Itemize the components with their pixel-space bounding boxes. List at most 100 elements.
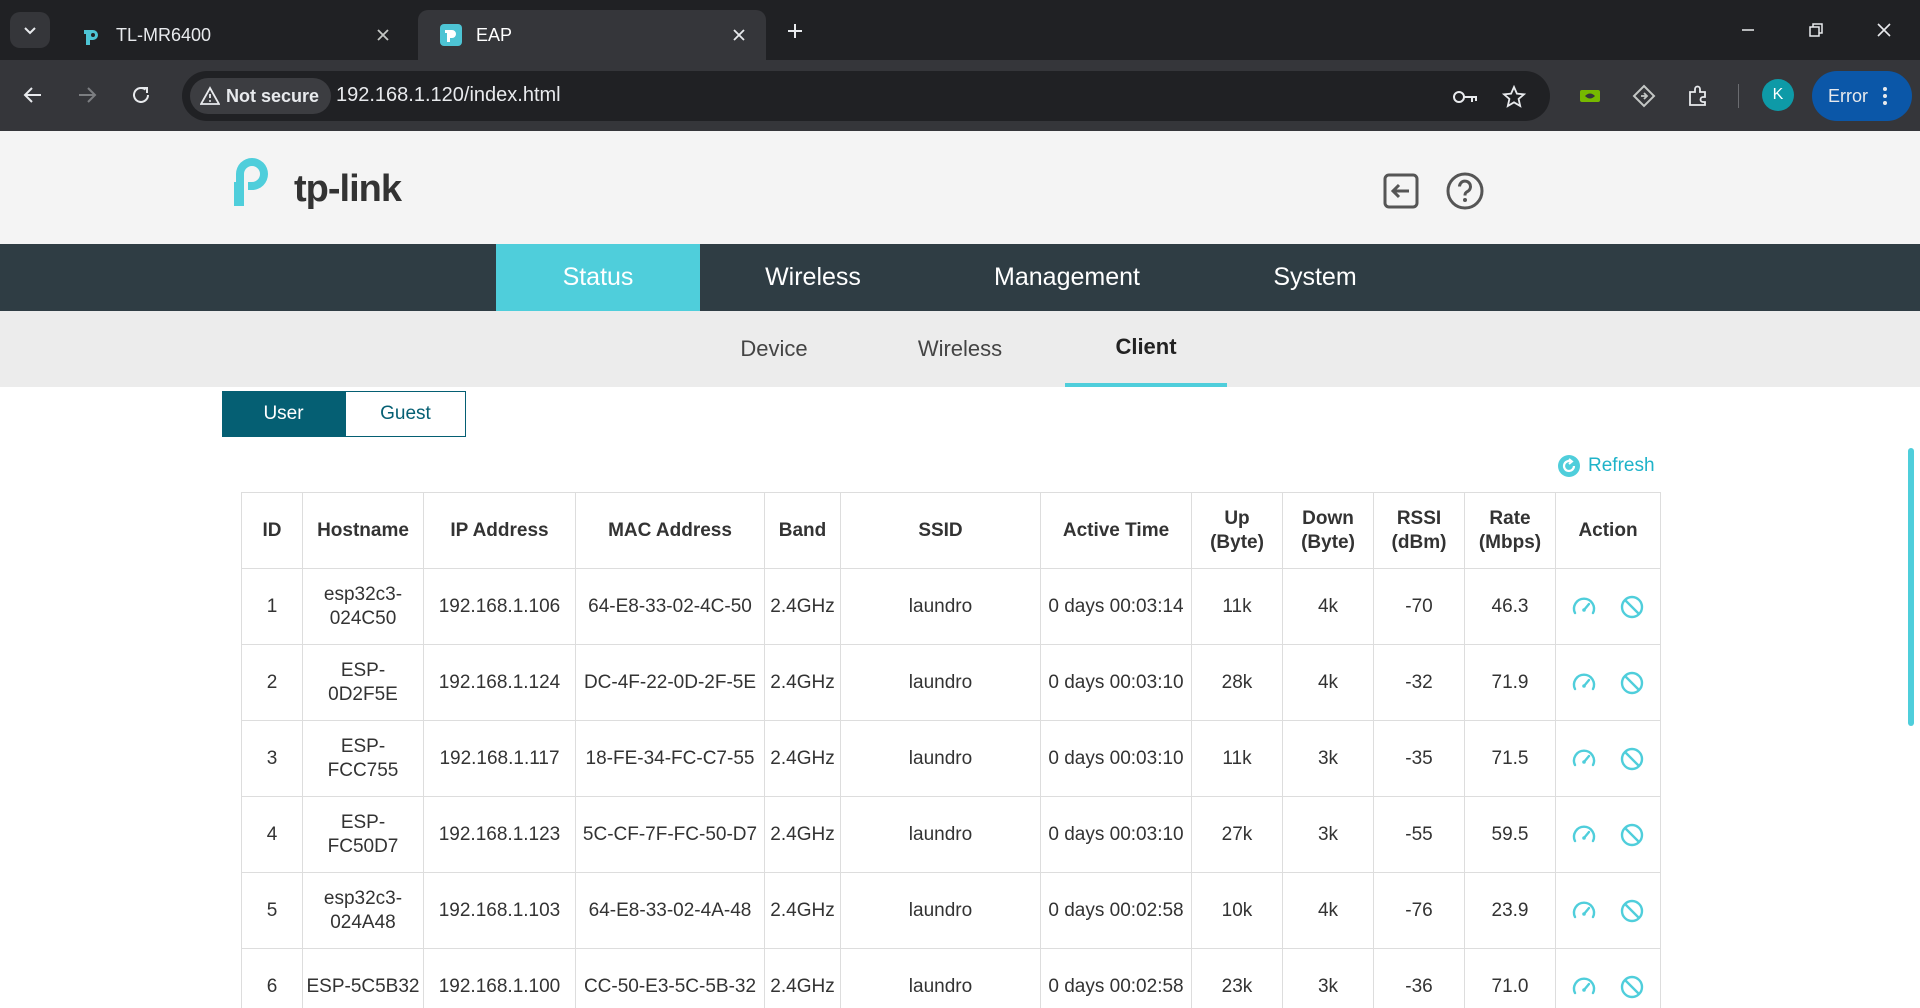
security-chip[interactable]: Not secure bbox=[190, 78, 332, 114]
cell-active-time: 0 days 00:03:10 bbox=[1040, 796, 1192, 873]
cell-active-time: 0 days 00:02:58 bbox=[1040, 872, 1192, 949]
rate-limit-button[interactable] bbox=[1571, 746, 1597, 772]
cell-active-time: 0 days 00:03:10 bbox=[1040, 720, 1192, 797]
cell-ip: 192.168.1.124 bbox=[423, 644, 576, 721]
page-scrollbar[interactable] bbox=[1908, 448, 1914, 726]
minimize-button[interactable] bbox=[1728, 12, 1768, 48]
cell-ip: 192.168.1.103 bbox=[423, 872, 576, 949]
error-menu-button[interactable]: Error bbox=[1812, 71, 1912, 121]
main-nav-management[interactable]: Management bbox=[960, 244, 1174, 311]
main-nav: Status Wireless Management System bbox=[0, 244, 1920, 311]
tp-link-favicon-icon bbox=[440, 24, 462, 46]
column-header-active-time: Active Time bbox=[1040, 492, 1192, 569]
block-client-button[interactable] bbox=[1619, 974, 1645, 1000]
cell-band: 2.4GHz bbox=[764, 872, 841, 949]
sub-nav-client[interactable]: Client bbox=[1065, 311, 1227, 387]
rate-limit-button[interactable] bbox=[1571, 670, 1597, 696]
guest-segment-button[interactable]: Guest bbox=[345, 391, 466, 437]
cell-id: 2 bbox=[241, 644, 303, 721]
cell-rssi: -32 bbox=[1373, 644, 1465, 721]
tab-search-button[interactable] bbox=[10, 12, 50, 48]
cell-band: 2.4GHz bbox=[764, 644, 841, 721]
cell-up: 23k bbox=[1191, 948, 1283, 1008]
cell-mac: 5C-CF-7F-FC-50-D7 bbox=[575, 796, 765, 873]
main-nav-status[interactable]: Status bbox=[496, 244, 700, 311]
cell-hostname: esp32c3-024C50 bbox=[302, 568, 424, 645]
sub-nav-device[interactable]: Device bbox=[714, 311, 834, 387]
cell-rate: 46.3 bbox=[1464, 568, 1556, 645]
cell-id: 4 bbox=[241, 796, 303, 873]
cell-band: 2.4GHz bbox=[764, 948, 841, 1008]
more-vert-icon bbox=[1883, 87, 1887, 105]
warning-icon bbox=[200, 86, 220, 105]
cell-down: 3k bbox=[1282, 796, 1374, 873]
chevron-down-icon bbox=[24, 27, 36, 35]
cell-ssid: laundro bbox=[840, 720, 1041, 797]
block-icon bbox=[1620, 595, 1644, 618]
cell-id: 5 bbox=[241, 872, 303, 949]
logo-text: tp-link bbox=[294, 167, 402, 210]
speedometer-icon bbox=[1572, 900, 1596, 918]
reload-icon bbox=[133, 86, 149, 103]
cell-hostname: esp32c3-024A48 bbox=[302, 872, 424, 949]
cell-id: 3 bbox=[241, 720, 303, 797]
cell-rssi: -55 bbox=[1373, 796, 1465, 873]
user-segment-button[interactable]: User bbox=[222, 391, 345, 437]
block-client-button[interactable] bbox=[1619, 670, 1645, 696]
close-window-button[interactable] bbox=[1864, 12, 1904, 48]
url-text[interactable]: 192.168.1.120/index.html bbox=[336, 84, 561, 107]
help-button[interactable] bbox=[1444, 170, 1486, 212]
rate-limit-button[interactable] bbox=[1571, 822, 1597, 848]
cell-hostname: ESP-FC50D7 bbox=[302, 796, 424, 873]
refresh-button[interactable]: Refresh bbox=[1556, 453, 1655, 479]
extension-nvidia-icon[interactable] bbox=[1574, 80, 1606, 112]
cell-mac: 64-E8-33-02-4C-50 bbox=[575, 568, 765, 645]
restore-button[interactable] bbox=[1796, 12, 1836, 48]
cell-mac: 64-E8-33-02-4A-48 bbox=[575, 872, 765, 949]
cell-up: 28k bbox=[1191, 644, 1283, 721]
cell-id: 6 bbox=[241, 948, 303, 1008]
cell-rssi: -76 bbox=[1373, 872, 1465, 949]
cell-ssid: laundro bbox=[840, 644, 1041, 721]
block-client-button[interactable] bbox=[1619, 594, 1645, 620]
bookmark-star-icon[interactable] bbox=[1500, 83, 1528, 111]
rate-limit-button[interactable] bbox=[1571, 974, 1597, 1000]
browser-tab[interactable]: TL-MR6400 bbox=[58, 10, 410, 60]
block-client-button[interactable] bbox=[1619, 898, 1645, 924]
extension-diamond-icon[interactable] bbox=[1628, 80, 1660, 112]
client-table-body: 1 esp32c3-024C50 192.168.1.106 64-E8-33-02-… bbox=[241, 568, 1661, 1008]
new-tab-button[interactable] bbox=[780, 16, 810, 46]
rate-limit-button[interactable] bbox=[1571, 594, 1597, 620]
profile-avatar[interactable]: K bbox=[1762, 79, 1794, 111]
client-table-wrapper: ID Hostname IP Address MAC Address Band … bbox=[241, 492, 1661, 1008]
main-nav-wireless[interactable]: Wireless bbox=[722, 244, 904, 311]
main-nav-system[interactable]: System bbox=[1232, 244, 1398, 311]
cell-action bbox=[1555, 568, 1661, 645]
cell-up: 11k bbox=[1191, 720, 1283, 797]
cell-up: 11k bbox=[1191, 568, 1283, 645]
sub-nav: Device Wireless Client bbox=[0, 311, 1920, 387]
back-button[interactable] bbox=[14, 76, 52, 114]
reload-button[interactable] bbox=[122, 76, 160, 114]
cell-ip: 192.168.1.100 bbox=[423, 948, 576, 1008]
help-icon bbox=[1446, 172, 1484, 210]
logout-icon bbox=[1383, 173, 1419, 209]
cell-active-time: 0 days 00:03:10 bbox=[1040, 644, 1192, 721]
logout-button[interactable] bbox=[1380, 170, 1422, 212]
address-bar[interactable]: Not secure 192.168.1.120/index.html bbox=[182, 71, 1550, 121]
browser-tab-active[interactable]: EAP bbox=[418, 10, 766, 60]
row-actions bbox=[1559, 822, 1657, 848]
close-tab-icon[interactable] bbox=[728, 24, 750, 46]
speedometer-icon bbox=[1572, 596, 1596, 614]
sub-nav-wireless[interactable]: Wireless bbox=[900, 311, 1020, 387]
block-client-button[interactable] bbox=[1619, 822, 1645, 848]
password-key-icon[interactable] bbox=[1452, 83, 1480, 111]
rate-limit-button[interactable] bbox=[1571, 898, 1597, 924]
cell-rate: 71.5 bbox=[1464, 720, 1556, 797]
extensions-puzzle-icon[interactable] bbox=[1682, 80, 1714, 112]
close-tab-icon[interactable] bbox=[372, 24, 394, 46]
forward-button[interactable] bbox=[68, 76, 106, 114]
security-label: Not secure bbox=[226, 85, 320, 106]
block-client-button[interactable] bbox=[1619, 746, 1645, 772]
error-label: Error bbox=[1828, 85, 1868, 106]
